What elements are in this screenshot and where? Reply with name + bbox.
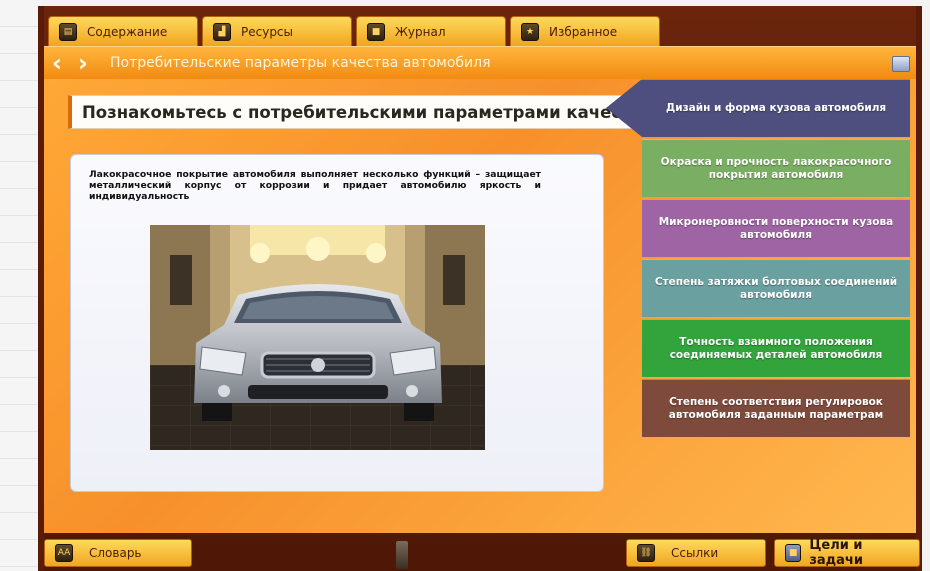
course-window: ▤ Содержание ▟ Ресурсы ■ Журнал ★ Избран… [38, 6, 922, 571]
journal-icon: ■ [367, 22, 385, 41]
chevron-right-icon[interactable]: › [70, 48, 96, 78]
menu-item-bolt-tightening[interactable]: Степень затяжки болтовых соединений авто… [642, 259, 910, 317]
tab-favorites[interactable]: ★ Избранное [510, 16, 660, 46]
menu-item-label: Степень соответствия регулировок автомоб… [668, 395, 884, 421]
tab-resources[interactable]: ▟ Ресурсы [202, 16, 352, 46]
dictionary-label: Словарь [89, 546, 142, 560]
menu-item-label: Окраска и прочность лакокрасочного покры… [660, 155, 892, 181]
links-icon: ⛓ [637, 544, 655, 562]
navigation-bar: ‹ › Потребительские параметры качества а… [44, 46, 916, 79]
dictionary-icon: AA [55, 544, 73, 562]
menu-item-parts-alignment[interactable]: Точность взаимного положения соединяемых… [642, 319, 910, 377]
car-photo [150, 225, 485, 450]
menu-item-paint-strength[interactable]: Окраска и прочность лакокрасочного покры… [642, 139, 910, 197]
chevron-left-icon[interactable]: ‹ [44, 48, 70, 78]
top-tabs: ▤ Содержание ▟ Ресурсы ■ Журнал ★ Избран… [48, 16, 660, 46]
links-label: Ссылки [671, 546, 719, 560]
menu-item-adjustment-compliance[interactable]: Степень соответствия регулировок автомоб… [642, 379, 910, 437]
goals-button[interactable]: ■ Цели и задачи [774, 538, 920, 568]
bottom-bar: AA Словарь ⛓ Ссылки ■ Цели и задачи [44, 533, 920, 571]
tab-resources-label: Ресурсы [241, 24, 294, 39]
tab-favorites-label: Избранное [549, 24, 618, 39]
tab-contents-label: Содержание [87, 24, 168, 39]
links-button[interactable]: ⛓ Ссылки [626, 539, 766, 567]
menu-item-label: Микронеровности поверхности кузова автом… [658, 215, 894, 241]
goals-label: Цели и задачи [809, 538, 863, 568]
background-page [0, 0, 42, 571]
page-title: Потребительские параметры качества автом… [110, 55, 491, 71]
menu-item-label: Степень затяжки болтовых соединений авто… [654, 275, 898, 301]
car-illustration [150, 225, 485, 450]
tab-contents[interactable]: ▤ Содержание [48, 16, 198, 46]
window-icon[interactable] [892, 56, 910, 72]
tab-journal-label: Журнал [395, 24, 446, 39]
description-text: Лакокрасочное покрытие автомобиля выполн… [89, 169, 541, 202]
menu-item-surface-micro-roughness[interactable]: Микронеровности поверхности кузова автом… [642, 199, 910, 257]
document-icon: ▤ [59, 22, 77, 41]
menu-item-label: Точность взаимного положения соединяемых… [669, 335, 883, 361]
info-panel: Лакокрасочное покрытие автомобиля выполн… [70, 154, 604, 492]
tab-journal[interactable]: ■ Журнал [356, 16, 506, 46]
target-icon: ■ [785, 544, 802, 562]
scroll-handle[interactable] [396, 541, 408, 569]
menu-item-body-design[interactable]: Дизайн и форма кузова автомобиля [606, 79, 910, 137]
star-icon: ★ [521, 22, 539, 41]
menu-item-label: Дизайн и форма кузова автомобиля [665, 102, 887, 114]
resources-icon: ▟ [213, 22, 231, 41]
dictionary-button[interactable]: AA Словарь [44, 539, 192, 567]
